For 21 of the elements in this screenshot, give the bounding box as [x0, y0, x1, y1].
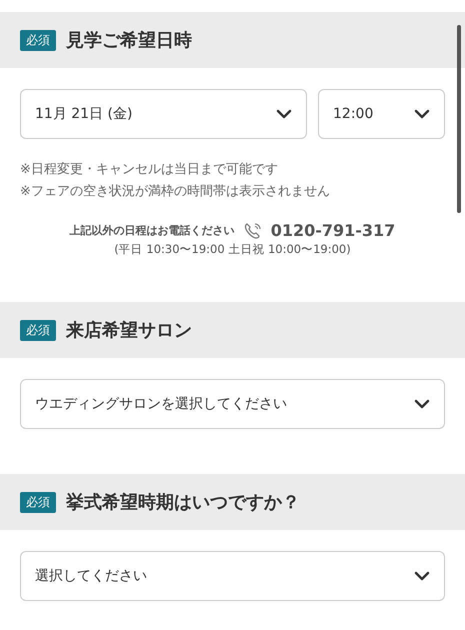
select-field[interactable]: ウエディングサロンを選択してください	[20, 379, 445, 429]
required-badge: 必須	[20, 492, 56, 512]
required-badge: 必須	[20, 30, 56, 50]
phone-icon	[242, 222, 263, 240]
chevron-down-icon	[414, 109, 430, 119]
chevron-down-icon	[276, 109, 292, 119]
select-field[interactable]: 11月 21日 (金)	[20, 89, 307, 139]
chevron-down-icon	[414, 399, 430, 409]
section-title: 見学ご希望日時	[66, 29, 192, 52]
note-text: ※フェアの空き状況が満枠の時間帯は表示されません	[20, 183, 331, 201]
phone-label: 上記以外の日程はお電話ください	[70, 223, 235, 238]
scrollbar[interactable]	[457, 25, 461, 213]
hours-text: (平日 10:30〜19:00 土日祝 10:00〜19:00)	[113, 242, 352, 257]
select-field[interactable]: 12:00	[318, 89, 445, 139]
note-text: ※日程変更・キャンセルは当日まで可能です	[20, 161, 279, 179]
select-field[interactable]: 選択してください	[20, 551, 445, 601]
chevron-down-icon	[414, 571, 430, 581]
section-title: 挙式希望時期はいつですか？	[66, 491, 300, 514]
required-badge: 必須	[20, 320, 56, 340]
phone-number[interactable]: 0120-791-317	[270, 221, 396, 240]
section-title: 来店希望サロン	[66, 319, 192, 342]
